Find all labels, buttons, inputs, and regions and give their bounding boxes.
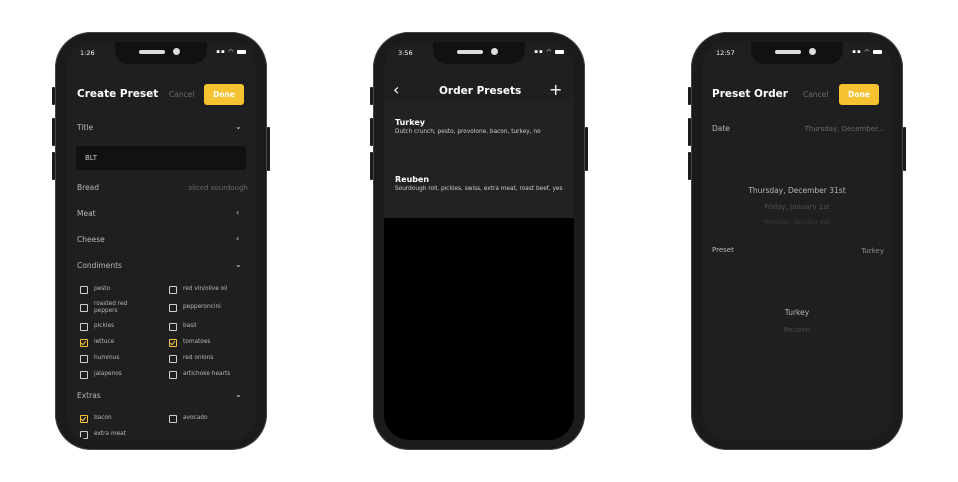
checkbox-label: pickles [94, 323, 115, 329]
back-chevron-left-icon[interactable]: ‹ [393, 80, 399, 99]
page-title: Create Preset [77, 88, 159, 100]
date-picker-option[interactable]: Monday, January 4th [702, 218, 892, 224]
phone-preset-order: 12:57 ▪▪ ◠ Preset Order Cancel Done Date… [688, 32, 906, 450]
preset-picker-option[interactable]: Reuben [702, 326, 892, 334]
checkbox-pepperoncini[interactable] [169, 304, 177, 312]
checkbox-label: artichoke hearts [183, 371, 231, 377]
checkbox-red-vin-olive-oil[interactable] [169, 286, 177, 294]
checkbox-label: basil [183, 323, 197, 329]
checkbox-pesto[interactable] [80, 286, 88, 294]
title-label: Title [77, 123, 94, 132]
screen: 3:56 ▪▪ ◠ ‹ Order Presets + Turkey Dutch… [384, 42, 574, 440]
notch [433, 42, 525, 64]
checkbox-label: tomatoes [183, 339, 211, 345]
checkbox-hummus[interactable] [80, 355, 88, 363]
checkbox-bacon[interactable] [80, 415, 88, 423]
checkbox-label: lettuce [94, 339, 115, 345]
cheese-label: Cheese [77, 235, 105, 244]
status-time: 3:56 [398, 49, 413, 57]
page-title: Order Presets [439, 85, 522, 97]
side-button [267, 127, 270, 171]
side-button [585, 127, 588, 171]
plus-icon[interactable]: + [549, 80, 562, 99]
side-button [52, 152, 55, 180]
bread-label: Bread [77, 183, 100, 192]
cancel-button[interactable]: Cancel [169, 90, 194, 99]
checkbox-label: jalapenos [94, 371, 122, 377]
date-label: Date [712, 124, 730, 133]
checkbox-label: pesto [94, 286, 111, 292]
status-time: 1:26 [80, 49, 95, 57]
preset-label: Preset [712, 246, 734, 254]
checkbox-avocado[interactable] [169, 415, 177, 423]
side-button [370, 152, 373, 180]
checkbox-artichoke-hearts[interactable] [169, 371, 177, 379]
preset-value[interactable]: Turkey [861, 247, 884, 255]
date-picker-option[interactable]: Friday, January 1st [702, 203, 892, 211]
checkbox-roasted-red-peppers[interactable] [80, 304, 88, 312]
cancel-button[interactable]: Cancel [803, 90, 828, 99]
phone-create-preset: 1:26 ▪▪ ◠ Create Preset Cancel Done Titl… [52, 32, 270, 450]
notch [751, 42, 843, 64]
side-button [903, 127, 906, 171]
checkbox-label: roasted red peppers [94, 301, 128, 314]
status-time: 12:57 [716, 49, 735, 57]
preset-name[interactable]: Reuben [395, 175, 429, 184]
checkbox-tomatoes[interactable] [169, 339, 177, 347]
done-button[interactable]: Done [839, 84, 879, 105]
checkbox-pickles[interactable] [80, 323, 88, 331]
date-value[interactable]: Thursday, December... [805, 125, 884, 133]
bread-value[interactable]: sliced sourdough [188, 184, 248, 192]
side-button [52, 87, 55, 105]
status-icons: ▪▪ ◠ [852, 49, 882, 55]
chevron-left-icon[interactable]: ‹ [236, 234, 239, 243]
battery-icon [873, 49, 882, 54]
status-icons: ▪▪ ◠ [216, 49, 246, 55]
checkbox-basil[interactable] [169, 323, 177, 331]
battery-icon [555, 49, 564, 54]
side-button [688, 152, 691, 180]
screen: 1:26 ▪▪ ◠ Create Preset Cancel Done Titl… [66, 42, 256, 440]
side-button [52, 118, 55, 146]
side-button [688, 118, 691, 146]
checkbox-label: extra meat [94, 431, 126, 437]
preset-list: Turkey Dutch crunch, pesto, provolone, b… [384, 102, 574, 218]
preset-picker-option-selected[interactable]: Turkey [702, 308, 892, 317]
checkbox-extra-meat[interactable] [80, 431, 88, 439]
chevron-down-icon[interactable]: ⌄ [235, 260, 242, 269]
checkbox-label: red onions [183, 355, 214, 361]
screen: 12:57 ▪▪ ◠ Preset Order Cancel Done Date… [702, 42, 892, 440]
title-input-value: BLT [85, 154, 98, 162]
checkbox-label: pepperoncini [183, 304, 221, 310]
preset-description: Dutch crunch, pesto, provolone, bacon, t… [395, 129, 541, 135]
battery-icon [237, 49, 246, 54]
checkbox-label: bacon [94, 415, 112, 421]
checkbox-jalapenos[interactable] [80, 371, 88, 379]
empty-area [384, 218, 574, 440]
chevron-down-icon[interactable]: ⌄ [235, 390, 242, 399]
side-button [370, 118, 373, 146]
preset-description: Sourdough roll, pickles, swiss, extra me… [395, 186, 563, 192]
checkbox-label: hummus [94, 355, 120, 361]
chevron-down-icon[interactable]: ⌄ [235, 122, 242, 131]
title-input[interactable]: BLT [76, 146, 246, 170]
checkbox-label: red vin/olive oil [183, 286, 228, 292]
date-picker-option-selected[interactable]: Thursday, December 31st [702, 186, 892, 195]
checkbox-lettuce[interactable] [80, 339, 88, 347]
phone-order-presets: 3:56 ▪▪ ◠ ‹ Order Presets + Turkey Dutch… [370, 32, 588, 450]
checkbox-label: avocado [183, 415, 208, 421]
done-button[interactable]: Done [204, 84, 244, 105]
meat-label: Meat [77, 209, 96, 218]
checkbox-red-onions[interactable] [169, 355, 177, 363]
preset-name[interactable]: Turkey [395, 118, 425, 127]
side-button [370, 87, 373, 105]
side-button [688, 87, 691, 105]
notch [115, 42, 207, 64]
chevron-left-icon[interactable]: ‹ [236, 208, 239, 217]
extras-label: Extras [77, 391, 101, 400]
condiments-label: Condiments [77, 261, 122, 270]
status-icons: ▪▪ ◠ [534, 49, 564, 55]
page-title: Preset Order [712, 88, 788, 100]
